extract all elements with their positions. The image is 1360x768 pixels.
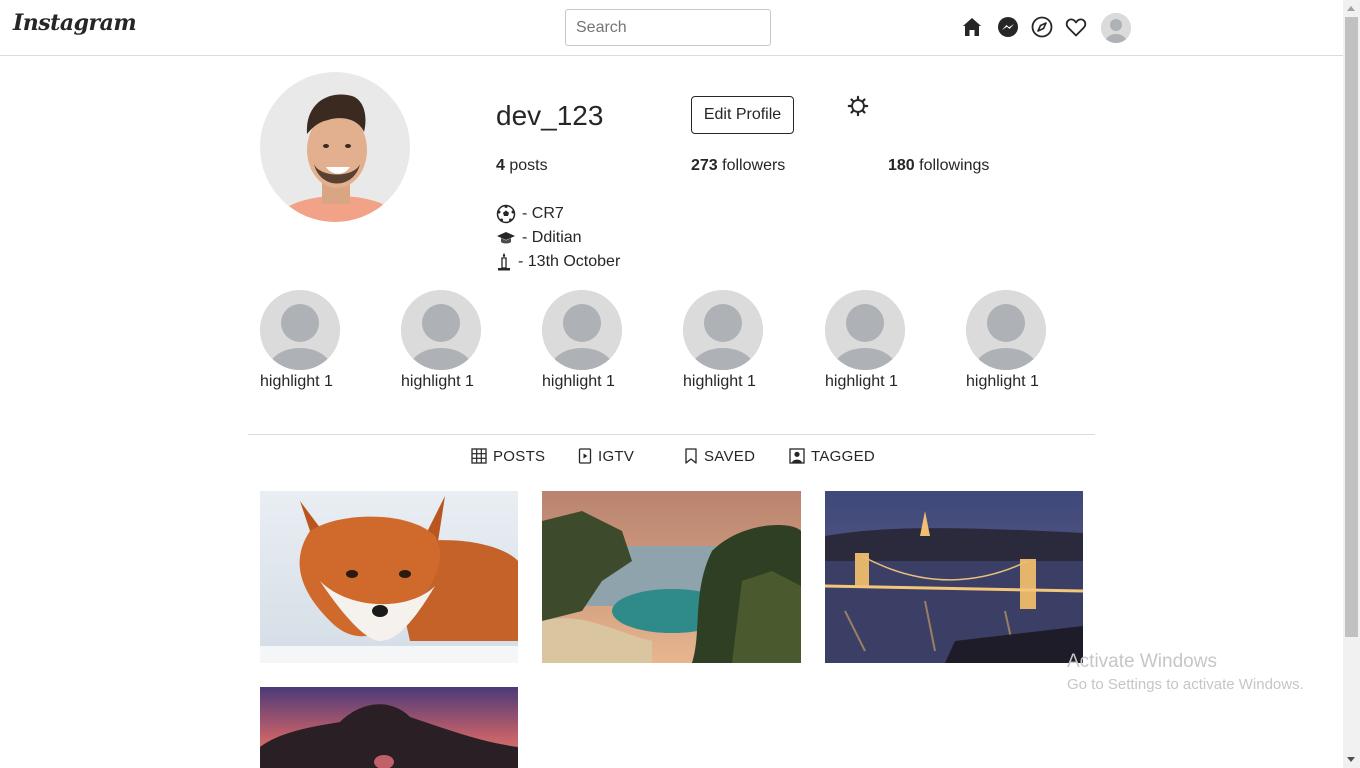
instagram-logo[interactable]: Instagram — [13, 10, 137, 36]
highlight-label: highlight 1 — [966, 373, 1039, 390]
post-thumbnail[interactable] — [260, 491, 518, 663]
highlight-label: highlight 1 — [825, 373, 898, 390]
scroll-down-arrow-icon[interactable] — [1347, 757, 1355, 762]
highlight-label: highlight 1 — [260, 373, 333, 390]
edit-profile-button[interactable]: Edit Profile — [691, 96, 794, 134]
grid-icon — [471, 448, 487, 464]
story-highlight[interactable]: highlight 1 — [966, 290, 1056, 391]
coastal-cove-photo-image — [542, 491, 801, 663]
highlight-cover — [260, 290, 340, 370]
bio-line: - Dditian — [496, 227, 582, 249]
highlight-cover — [401, 290, 481, 370]
highlight-cover — [966, 290, 1046, 370]
tab-posts[interactable]: POSTS — [471, 445, 545, 467]
story-highlight[interactable]: highlight 1 — [260, 290, 350, 391]
following-stat[interactable]: 180 followings — [888, 157, 989, 175]
tab-tagged[interactable]: TAGGED — [789, 445, 875, 467]
highlight-label: highlight 1 — [401, 373, 474, 390]
tab-label: POSTS — [493, 447, 546, 465]
default-avatar-icon — [542, 290, 622, 370]
profile-divider — [248, 434, 1095, 435]
story-highlight[interactable]: highlight 1 — [542, 290, 632, 391]
posts-count: 4 — [496, 157, 505, 174]
profile-photo-image — [260, 72, 410, 222]
heart-icon[interactable] — [1064, 15, 1088, 39]
bridge-at-night-photo-image — [825, 491, 1083, 663]
nav-avatar[interactable] — [1101, 13, 1131, 43]
default-avatar-icon — [260, 290, 340, 370]
igtv-icon — [578, 448, 592, 464]
tagged-icon — [789, 448, 805, 464]
tab-igtv[interactable]: IGTV — [578, 445, 634, 467]
search-input[interactable] — [565, 9, 771, 46]
scroll-up-arrow-icon[interactable] — [1347, 6, 1355, 11]
activate-windows-subtitle: Go to Settings to activate Windows. — [1067, 676, 1304, 693]
story-highlight[interactable]: highlight 1 — [825, 290, 915, 391]
followers-count: 273 — [691, 157, 718, 174]
home-icon[interactable] — [960, 15, 984, 39]
tab-label: TAGGED — [811, 447, 876, 465]
posts-stat: 4 posts — [496, 157, 548, 175]
default-avatar-icon — [1101, 13, 1131, 43]
posts-label: posts — [509, 157, 548, 174]
bio-line: - 13th October — [496, 251, 620, 273]
post-thumbnail[interactable] — [260, 687, 518, 768]
activate-windows-title: Activate Windows — [1067, 651, 1217, 672]
post-thumbnail[interactable] — [825, 491, 1083, 663]
graduation-cap-icon — [497, 232, 515, 244]
story-highlight[interactable]: highlight 1 — [401, 290, 491, 391]
tab-saved[interactable]: SAVED — [684, 445, 755, 467]
messenger-icon[interactable] — [996, 15, 1020, 39]
highlight-label: highlight 1 — [683, 373, 756, 390]
default-avatar-icon — [825, 290, 905, 370]
top-navigation-bar: Instagram — [0, 0, 1343, 56]
bio-line: - CR7 — [496, 203, 564, 225]
candle-icon — [498, 253, 510, 271]
highlight-cover — [542, 290, 622, 370]
highlight-cover — [683, 290, 763, 370]
highlight-label: highlight 1 — [542, 373, 615, 390]
default-avatar-icon — [401, 290, 481, 370]
post-thumbnail[interactable] — [542, 491, 801, 663]
profile-username: dev_123 — [496, 100, 604, 131]
highlight-cover — [825, 290, 905, 370]
profile-picture[interactable] — [260, 72, 410, 222]
followers-stat[interactable]: 273 followers — [691, 157, 785, 175]
tab-label: IGTV — [598, 447, 635, 465]
settings-gear-icon[interactable] — [847, 95, 869, 117]
rock-arch-sunset-photo-image — [260, 687, 518, 768]
tab-label: SAVED — [704, 447, 756, 465]
explore-icon[interactable] — [1030, 15, 1054, 39]
story-highlight[interactable]: highlight 1 — [683, 290, 773, 391]
bio-text: - CR7 — [522, 205, 564, 222]
following-label: followings — [919, 157, 990, 174]
followers-label: followers — [722, 157, 786, 174]
soccer-ball-icon — [496, 204, 516, 224]
scrollbar-thumb[interactable] — [1345, 17, 1358, 637]
bio-text: - Dditian — [522, 229, 582, 246]
default-avatar-icon — [683, 290, 763, 370]
bookmark-icon — [685, 448, 697, 464]
fox-photo-image — [260, 491, 518, 663]
following-count: 180 — [888, 157, 915, 174]
default-avatar-icon — [966, 290, 1046, 370]
bio-text: - 13th October — [518, 253, 621, 270]
